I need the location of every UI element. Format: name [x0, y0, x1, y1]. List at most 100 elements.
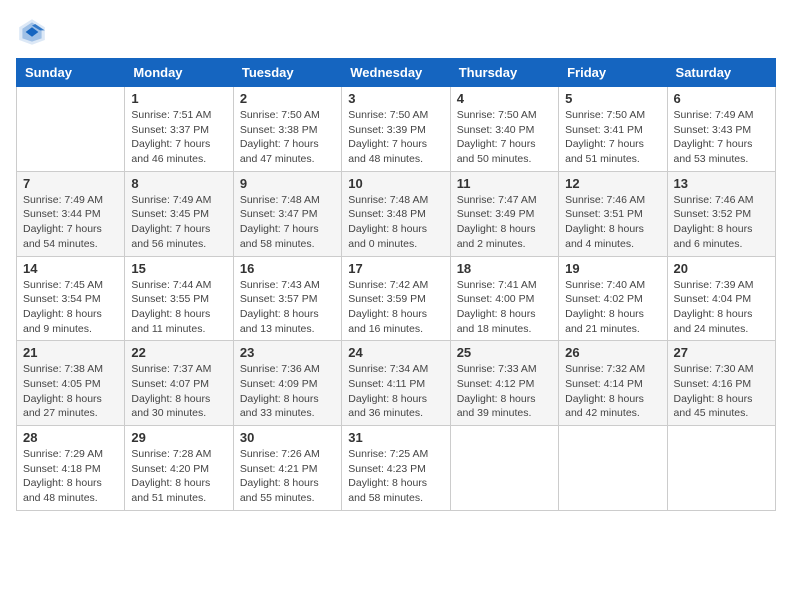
day-info: Sunrise: 7:41 AMSunset: 4:00 PMDaylight:…: [457, 278, 552, 337]
calendar-cell: 28Sunrise: 7:29 AMSunset: 4:18 PMDayligh…: [17, 426, 125, 511]
col-header-friday: Friday: [559, 59, 667, 87]
day-info: Sunrise: 7:26 AMSunset: 4:21 PMDaylight:…: [240, 447, 335, 506]
calendar-cell: [667, 426, 775, 511]
col-header-sunday: Sunday: [17, 59, 125, 87]
calendar-cell: 13Sunrise: 7:46 AMSunset: 3:52 PMDayligh…: [667, 171, 775, 256]
day-number: 1: [131, 91, 226, 106]
calendar-cell: 6 Sunrise: 7:49 AMSunset: 3:43 PMDaylight…: [667, 87, 775, 172]
col-header-tuesday: Tuesday: [233, 59, 341, 87]
calendar-cell: 16Sunrise: 7:43 AMSunset: 3:57 PMDayligh…: [233, 256, 341, 341]
logo-icon: [16, 16, 48, 48]
logo: [16, 16, 52, 48]
calendar-cell: 18 Sunrise: 7:41 AMSunset: 4:00 PMDayligh…: [450, 256, 558, 341]
day-number: 28: [23, 430, 118, 445]
calendar-cell: 14Sunrise: 7:45 AMSunset: 3:54 PMDayligh…: [17, 256, 125, 341]
calendar-cell: [17, 87, 125, 172]
day-info: Sunrise: 7:47 AMSunset: 3:49 PMDaylight:…: [457, 193, 552, 252]
calendar-cell: 24 Sunrise: 7:34 AMSunset: 4:11 PMDayligh…: [342, 341, 450, 426]
week-row-1: 1 Sunrise: 7:51 AMSunset: 3:37 PMDaylight…: [17, 87, 776, 172]
day-number: 27: [674, 345, 769, 360]
day-number: 31: [348, 430, 443, 445]
day-info: Sunrise: 7:37 AMSunset: 4:07 PMDaylight:…: [131, 362, 226, 421]
calendar-cell: 8 Sunrise: 7:49 AMSunset: 3:45 PMDaylight…: [125, 171, 233, 256]
calendar-cell: [450, 426, 558, 511]
calendar-cell: 3 Sunrise: 7:50 AMSunset: 3:39 PMDaylight…: [342, 87, 450, 172]
day-info: Sunrise: 7:33 AMSunset: 4:12 PMDaylight:…: [457, 362, 552, 421]
day-info: Sunrise: 7:49 AMSunset: 3:44 PMDaylight:…: [23, 193, 118, 252]
calendar-cell: 1 Sunrise: 7:51 AMSunset: 3:37 PMDaylight…: [125, 87, 233, 172]
day-number: 6: [674, 91, 769, 106]
calendar-cell: 21 Sunrise: 7:38 AMSunset: 4:05 PMDayligh…: [17, 341, 125, 426]
calendar-cell: 31 Sunrise: 7:25 AMSunset: 4:23 PMDayligh…: [342, 426, 450, 511]
calendar-cell: 4 Sunrise: 7:50 AMSunset: 3:40 PMDaylight…: [450, 87, 558, 172]
day-info: Sunrise: 7:49 AMSunset: 3:45 PMDaylight:…: [131, 193, 226, 252]
day-number: 11: [457, 176, 552, 191]
day-number: 14: [23, 261, 118, 276]
day-number: 10: [348, 176, 443, 191]
day-number: 15: [131, 261, 226, 276]
page-header: [16, 16, 776, 48]
day-info: Sunrise: 7:44 AMSunset: 3:55 PMDaylight:…: [131, 278, 226, 337]
col-header-saturday: Saturday: [667, 59, 775, 87]
day-info: Sunrise: 7:48 AMSunset: 3:48 PMDaylight:…: [348, 193, 443, 252]
day-number: 19: [565, 261, 660, 276]
calendar-cell: 15 Sunrise: 7:44 AMSunset: 3:55 PMDayligh…: [125, 256, 233, 341]
col-header-monday: Monday: [125, 59, 233, 87]
day-info: Sunrise: 7:25 AMSunset: 4:23 PMDaylight:…: [348, 447, 443, 506]
calendar-cell: 9 Sunrise: 7:48 AMSunset: 3:47 PMDaylight…: [233, 171, 341, 256]
day-number: 30: [240, 430, 335, 445]
day-info: Sunrise: 7:50 AMSunset: 3:38 PMDaylight:…: [240, 108, 335, 167]
day-info: Sunrise: 7:48 AMSunset: 3:47 PMDaylight:…: [240, 193, 335, 252]
day-info: Sunrise: 7:50 AMSunset: 3:41 PMDaylight:…: [565, 108, 660, 167]
calendar-cell: 19 Sunrise: 7:40 AMSunset: 4:02 PMDayligh…: [559, 256, 667, 341]
day-info: Sunrise: 7:40 AMSunset: 4:02 PMDaylight:…: [565, 278, 660, 337]
calendar-cell: 10 Sunrise: 7:48 AMSunset: 3:48 PMDayligh…: [342, 171, 450, 256]
calendar-cell: 26Sunrise: 7:32 AMSunset: 4:14 PMDayligh…: [559, 341, 667, 426]
day-number: 18: [457, 261, 552, 276]
day-number: 9: [240, 176, 335, 191]
day-number: 20: [674, 261, 769, 276]
day-number: 25: [457, 345, 552, 360]
day-number: 24: [348, 345, 443, 360]
day-number: 7: [23, 176, 118, 191]
day-info: Sunrise: 7:49 AMSunset: 3:43 PMDaylight:…: [674, 108, 769, 167]
day-info: Sunrise: 7:36 AMSunset: 4:09 PMDaylight:…: [240, 362, 335, 421]
day-info: Sunrise: 7:38 AMSunset: 4:05 PMDaylight:…: [23, 362, 118, 421]
day-info: Sunrise: 7:43 AMSunset: 3:57 PMDaylight:…: [240, 278, 335, 337]
day-number: 8: [131, 176, 226, 191]
week-row-2: 7 Sunrise: 7:49 AMSunset: 3:44 PMDaylight…: [17, 171, 776, 256]
calendar-cell: 22 Sunrise: 7:37 AMSunset: 4:07 PMDayligh…: [125, 341, 233, 426]
day-info: Sunrise: 7:30 AMSunset: 4:16 PMDaylight:…: [674, 362, 769, 421]
day-number: 2: [240, 91, 335, 106]
day-info: Sunrise: 7:39 AMSunset: 4:04 PMDaylight:…: [674, 278, 769, 337]
calendar-cell: 7 Sunrise: 7:49 AMSunset: 3:44 PMDaylight…: [17, 171, 125, 256]
calendar-cell: 2 Sunrise: 7:50 AMSunset: 3:38 PMDaylight…: [233, 87, 341, 172]
calendar-cell: [559, 426, 667, 511]
calendar-header-row: SundayMondayTuesdayWednesdayThursdayFrid…: [17, 59, 776, 87]
day-number: 17: [348, 261, 443, 276]
day-info: Sunrise: 7:32 AMSunset: 4:14 PMDaylight:…: [565, 362, 660, 421]
calendar-cell: 12Sunrise: 7:46 AMSunset: 3:51 PMDayligh…: [559, 171, 667, 256]
calendar-cell: 23Sunrise: 7:36 AMSunset: 4:09 PMDayligh…: [233, 341, 341, 426]
day-number: 22: [131, 345, 226, 360]
day-number: 3: [348, 91, 443, 106]
week-row-4: 21 Sunrise: 7:38 AMSunset: 4:05 PMDayligh…: [17, 341, 776, 426]
day-info: Sunrise: 7:51 AMSunset: 3:37 PMDaylight:…: [131, 108, 226, 167]
day-number: 5: [565, 91, 660, 106]
day-number: 12: [565, 176, 660, 191]
day-info: Sunrise: 7:50 AMSunset: 3:40 PMDaylight:…: [457, 108, 552, 167]
day-number: 4: [457, 91, 552, 106]
calendar-cell: 30 Sunrise: 7:26 AMSunset: 4:21 PMDayligh…: [233, 426, 341, 511]
calendar-table: SundayMondayTuesdayWednesdayThursdayFrid…: [16, 58, 776, 511]
day-number: 21: [23, 345, 118, 360]
week-row-5: 28Sunrise: 7:29 AMSunset: 4:18 PMDayligh…: [17, 426, 776, 511]
week-row-3: 14Sunrise: 7:45 AMSunset: 3:54 PMDayligh…: [17, 256, 776, 341]
calendar-cell: 25 Sunrise: 7:33 AMSunset: 4:12 PMDayligh…: [450, 341, 558, 426]
calendar-cell: 5 Sunrise: 7:50 AMSunset: 3:41 PMDaylight…: [559, 87, 667, 172]
day-info: Sunrise: 7:46 AMSunset: 3:52 PMDaylight:…: [674, 193, 769, 252]
day-info: Sunrise: 7:50 AMSunset: 3:39 PMDaylight:…: [348, 108, 443, 167]
calendar-cell: 29Sunrise: 7:28 AMSunset: 4:20 PMDayligh…: [125, 426, 233, 511]
col-header-wednesday: Wednesday: [342, 59, 450, 87]
day-info: Sunrise: 7:34 AMSunset: 4:11 PMDaylight:…: [348, 362, 443, 421]
calendar-cell: 27 Sunrise: 7:30 AMSunset: 4:16 PMDayligh…: [667, 341, 775, 426]
